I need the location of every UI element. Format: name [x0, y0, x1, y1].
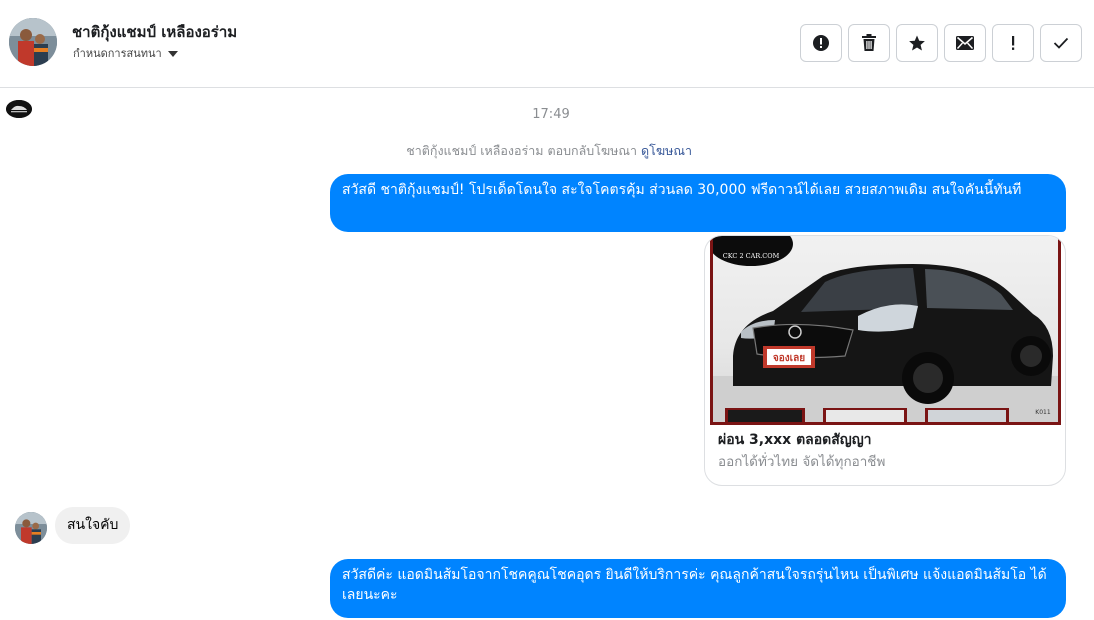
checkmark-icon — [1053, 37, 1069, 49]
ad-subtitle: ออกได้ทั่วไทย จัดได้ทุกอาชีพ — [718, 454, 886, 470]
stock-code: K011 — [1035, 409, 1051, 416]
ad-context-text: ชาติกุ้งแชมป์ เหลืองอร่าม ตอบกลับโฆษณา — [406, 143, 638, 158]
outgoing-message-bubble[interactable]: สวัสดีค่ะ แอดมินส้มโอจากโชคคูณโชคอุดร ยิ… — [330, 559, 1066, 618]
book-now-sticker: จองเลย — [773, 353, 805, 364]
alert-circle-icon — [813, 35, 829, 51]
conversation-settings-dropdown[interactable]: กำหนดการสนทนา — [73, 44, 178, 62]
incoming-message-bubble[interactable]: สนใจคับ — [55, 507, 131, 544]
contact-avatar[interactable] — [9, 18, 57, 66]
mark-spam-button[interactable] — [800, 24, 842, 62]
contact-name[interactable]: ชาติกุ้งแชมป์ เหลืองอร่าม — [72, 20, 237, 44]
sender-photo — [15, 512, 47, 544]
star-icon — [909, 35, 925, 51]
exclamation-icon — [1012, 36, 1015, 50]
ad-title: ผ่อน 3,xxx ตลอดสัญญา — [718, 432, 872, 448]
star-button[interactable] — [896, 24, 938, 62]
follow-up-button[interactable] — [992, 24, 1034, 62]
mark-unread-button[interactable] — [944, 24, 986, 62]
caret-down-icon — [167, 50, 178, 57]
ad-reply-context: ชาติกุ้งแชมป์ เหลืองอร่าม ตอบกลับโฆษณา ด… — [406, 141, 692, 161]
message-timestamp: 17:49 — [532, 107, 570, 122]
trash-icon — [862, 34, 876, 51]
delete-button[interactable] — [848, 24, 890, 62]
envelope-icon — [956, 36, 974, 50]
contact-photo — [9, 18, 57, 66]
conversation-settings-label: กำหนดการสนทนา — [73, 47, 162, 60]
car-photo: จองเลย CKC 2 CAR.COM K011 — [713, 236, 1058, 422]
conversation-header: ชาติกุ้งแชมป์ เหลืองอร่าม กำหนดการสนทนา — [0, 0, 1094, 88]
ad-card[interactable]: จองเลย CKC 2 CAR.COM K011 ผ่อน 3,xxx ตลอ… — [704, 235, 1066, 486]
ad-car-image: จองเลย CKC 2 CAR.COM K011 — [710, 236, 1061, 425]
dealer-logo-text: CKC 2 CAR.COM — [723, 252, 780, 260]
sender-avatar[interactable] — [15, 512, 47, 544]
mark-done-button[interactable] — [1040, 24, 1082, 62]
view-ad-link[interactable]: ดูโฆษณา — [641, 143, 692, 158]
outgoing-message-bubble[interactable]: สวัสดี ชาติกุ้งแชมป์! โปรเด็ดโดนใจ สะใจโ… — [330, 174, 1066, 232]
